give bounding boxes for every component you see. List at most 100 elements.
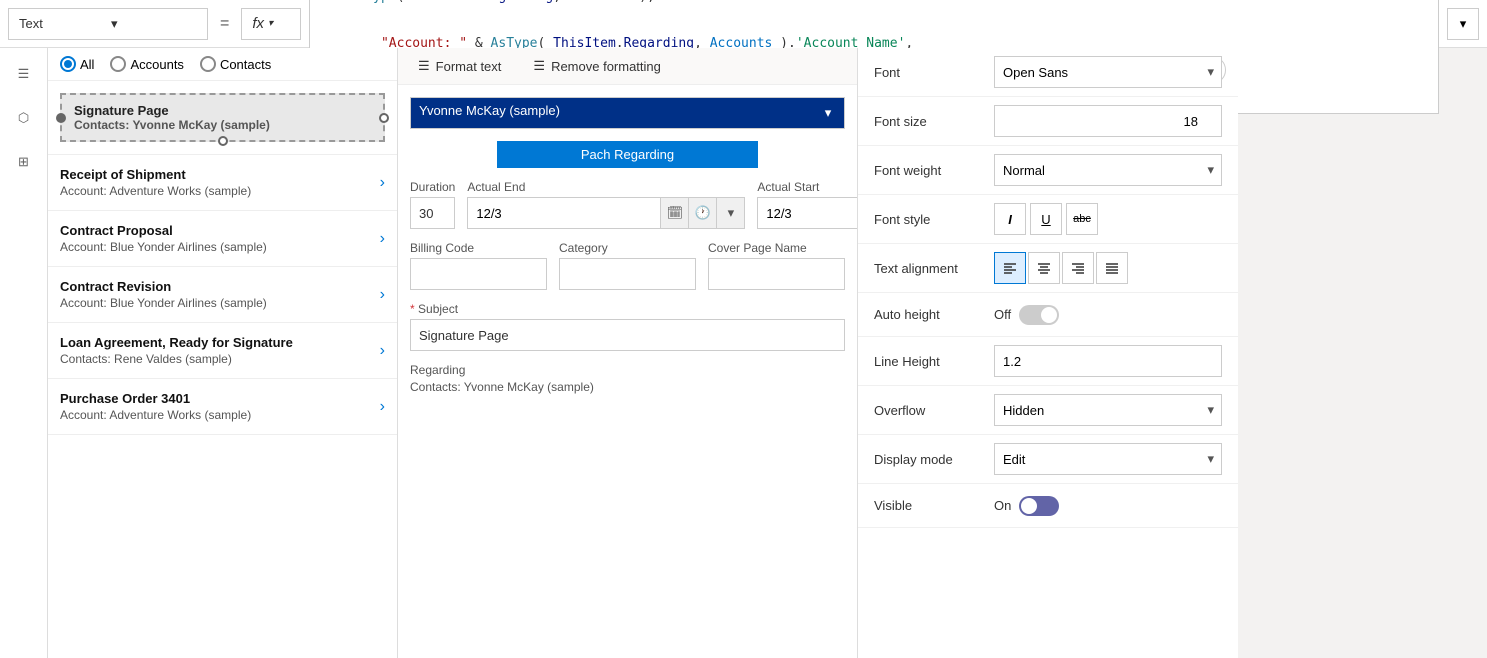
sidebar: ☰ ⬡ ⊞ [0, 48, 48, 658]
radio-contacts[interactable]: Contacts [200, 56, 271, 72]
list-item-title: Contract Proposal [60, 223, 380, 238]
sidebar-grid-icon[interactable]: ⊞ [6, 144, 42, 180]
fx-label: fx [252, 15, 264, 32]
selected-list-item[interactable]: Signature Page Contacts: Yvonne McKay (s… [60, 93, 385, 142]
category-input[interactable] [559, 258, 696, 290]
list-item[interactable]: Contract Proposal Account: Blue Yonder A… [48, 211, 397, 267]
subject-input[interactable] [410, 319, 845, 351]
display-mode-row: Display mode Edit View Disabled [858, 435, 1238, 484]
expand-formula-button[interactable]: ▾ [1447, 8, 1479, 40]
font-label: Font [874, 65, 994, 80]
font-row: Font Open Sans [858, 48, 1238, 97]
underline-button[interactable]: U [1030, 203, 1062, 235]
properties-panel: ? Font Open Sans Font size Font weight [858, 48, 1238, 658]
line-height-row: Line Height [858, 337, 1238, 386]
regarding-field: Yvonne McKay (sample) ▾ [410, 97, 845, 129]
list-item[interactable]: Receipt of Shipment Account: Adventure W… [48, 155, 397, 211]
font-size-input[interactable] [994, 105, 1222, 137]
chevron-right-icon: › [380, 286, 385, 304]
chevron-down-icon[interactable]: ▾ [716, 198, 744, 228]
subject-label: * Subject [410, 302, 845, 316]
line-height-input[interactable] [994, 345, 1222, 377]
billing-code-input[interactable] [410, 258, 547, 290]
display-mode-label: Display mode [874, 452, 994, 467]
format-text-button[interactable]: ☰ Format text [410, 54, 509, 78]
sidebar-shapes-icon[interactable]: ⬡ [6, 100, 42, 136]
list-items-container: Receipt of Shipment Account: Adventure W… [48, 155, 397, 658]
list-item-subtitle: Contacts: Rene Valdes (sample) [60, 352, 380, 366]
dropdown-label: Text [19, 16, 105, 31]
drag-handle-right [379, 113, 389, 123]
calendar-icon[interactable]: 🗓 [660, 198, 688, 228]
remove-formatting-button[interactable]: ☰ Remove formatting [525, 54, 668, 78]
actual-start-field: 🗓 🕐 ▾ [757, 197, 857, 229]
font-size-label: Font size [874, 114, 994, 129]
billing-code-label: Billing Code [410, 241, 547, 255]
cover-page-label: Cover Page Name [708, 241, 845, 255]
billing-code-col: Billing Code [410, 241, 547, 290]
list-item[interactable]: Purchase Order 3401 Account: Adventure W… [48, 379, 397, 435]
visible-toggle-row: On [994, 496, 1222, 516]
auto-height-row: Auto height Off [858, 293, 1238, 337]
subject-field: * Subject [410, 302, 845, 351]
actual-end-input[interactable] [468, 198, 660, 228]
font-select[interactable]: Open Sans [994, 56, 1222, 88]
list-item[interactable]: Loan Agreement, Ready for Signature Cont… [48, 323, 397, 379]
actual-end-field: 🗓 🕐 ▾ [467, 197, 745, 229]
selected-item-subtitle: Contacts: Yvonne McKay (sample) [74, 118, 371, 132]
overflow-row: Overflow Hidden Scroll Visible [858, 386, 1238, 435]
cover-page-input[interactable] [708, 258, 845, 290]
visible-toggle[interactable] [1019, 496, 1059, 516]
regarding-select[interactable]: Yvonne McKay (sample) ▾ [410, 97, 845, 129]
font-style-label: Font style [874, 212, 994, 227]
align-left-button[interactable] [994, 252, 1026, 284]
category-label: Category [559, 241, 696, 255]
italic-button[interactable]: I [994, 203, 1026, 235]
patch-regarding-button[interactable]: Pach Regarding [497, 141, 758, 168]
text-align-label: Text alignment [874, 261, 994, 276]
duration-row: Duration Actual End 🗓 🕐 ▾ Actual Start [410, 180, 845, 229]
actual-start-col: Actual Start 🗓 🕐 ▾ [757, 180, 857, 229]
auto-height-toggle[interactable] [1019, 305, 1059, 325]
remove-formatting-label: Remove formatting [551, 59, 661, 74]
font-style-row: Font style I U abc [858, 195, 1238, 244]
radio-all[interactable]: All [60, 56, 94, 72]
chevron-down-icon: ▾ [111, 16, 197, 32]
regarding-dropdown-arrow[interactable]: ▾ [812, 98, 844, 128]
font-weight-select[interactable]: Normal Bold [994, 154, 1222, 186]
visible-row: Visible On [858, 484, 1238, 528]
format-text-label: Format text [436, 59, 502, 74]
regarding-bottom-text: Contacts: Yvonne McKay (sample) [410, 380, 845, 394]
strikethrough-button[interactable]: abc [1066, 203, 1098, 235]
overflow-select[interactable]: Hidden Scroll Visible [994, 394, 1222, 426]
regarding-bottom-field: Regarding Contacts: Yvonne McKay (sample… [410, 363, 845, 394]
visible-state: On [994, 498, 1011, 513]
list-item-subtitle: Account: Blue Yonder Airlines (sample) [60, 296, 380, 310]
text-align-buttons [994, 252, 1222, 284]
sidebar-menu-icon[interactable]: ☰ [6, 56, 42, 92]
actual-start-input[interactable] [758, 198, 857, 228]
font-size-row: Font size [858, 97, 1238, 146]
fx-button[interactable]: fx ▾ [241, 8, 301, 40]
fx-chevron: ▾ [268, 18, 273, 29]
list-item[interactable]: Contract Revision Account: Blue Yonder A… [48, 267, 397, 323]
text-type-dropdown[interactable]: Text ▾ [8, 8, 208, 40]
selected-item-title: Signature Page [74, 103, 371, 118]
top-bar: Text ▾ = fx ▾ If( IsBlank( ThisItem.Rega… [0, 0, 1487, 48]
align-center-button[interactable] [1028, 252, 1060, 284]
display-mode-select[interactable]: Edit View Disabled [994, 443, 1222, 475]
form-panel: ☰ Format text ☰ Remove formatting Yvonne… [398, 48, 858, 658]
align-justify-button[interactable] [1096, 252, 1128, 284]
radio-accounts[interactable]: Accounts [110, 56, 183, 72]
chevron-right-icon: › [380, 398, 385, 416]
list-item-title: Loan Agreement, Ready for Signature [60, 335, 380, 350]
duration-input[interactable] [410, 197, 455, 229]
font-style-buttons: I U abc [994, 203, 1222, 235]
font-weight-label: Font weight [874, 163, 994, 178]
time-icon[interactable]: 🕐 [688, 198, 716, 228]
align-right-button[interactable] [1062, 252, 1094, 284]
radio-all-label: All [80, 57, 94, 72]
visible-label: Visible [874, 498, 994, 513]
list-item-subtitle: Account: Adventure Works (sample) [60, 184, 380, 198]
category-col: Category [559, 241, 696, 290]
